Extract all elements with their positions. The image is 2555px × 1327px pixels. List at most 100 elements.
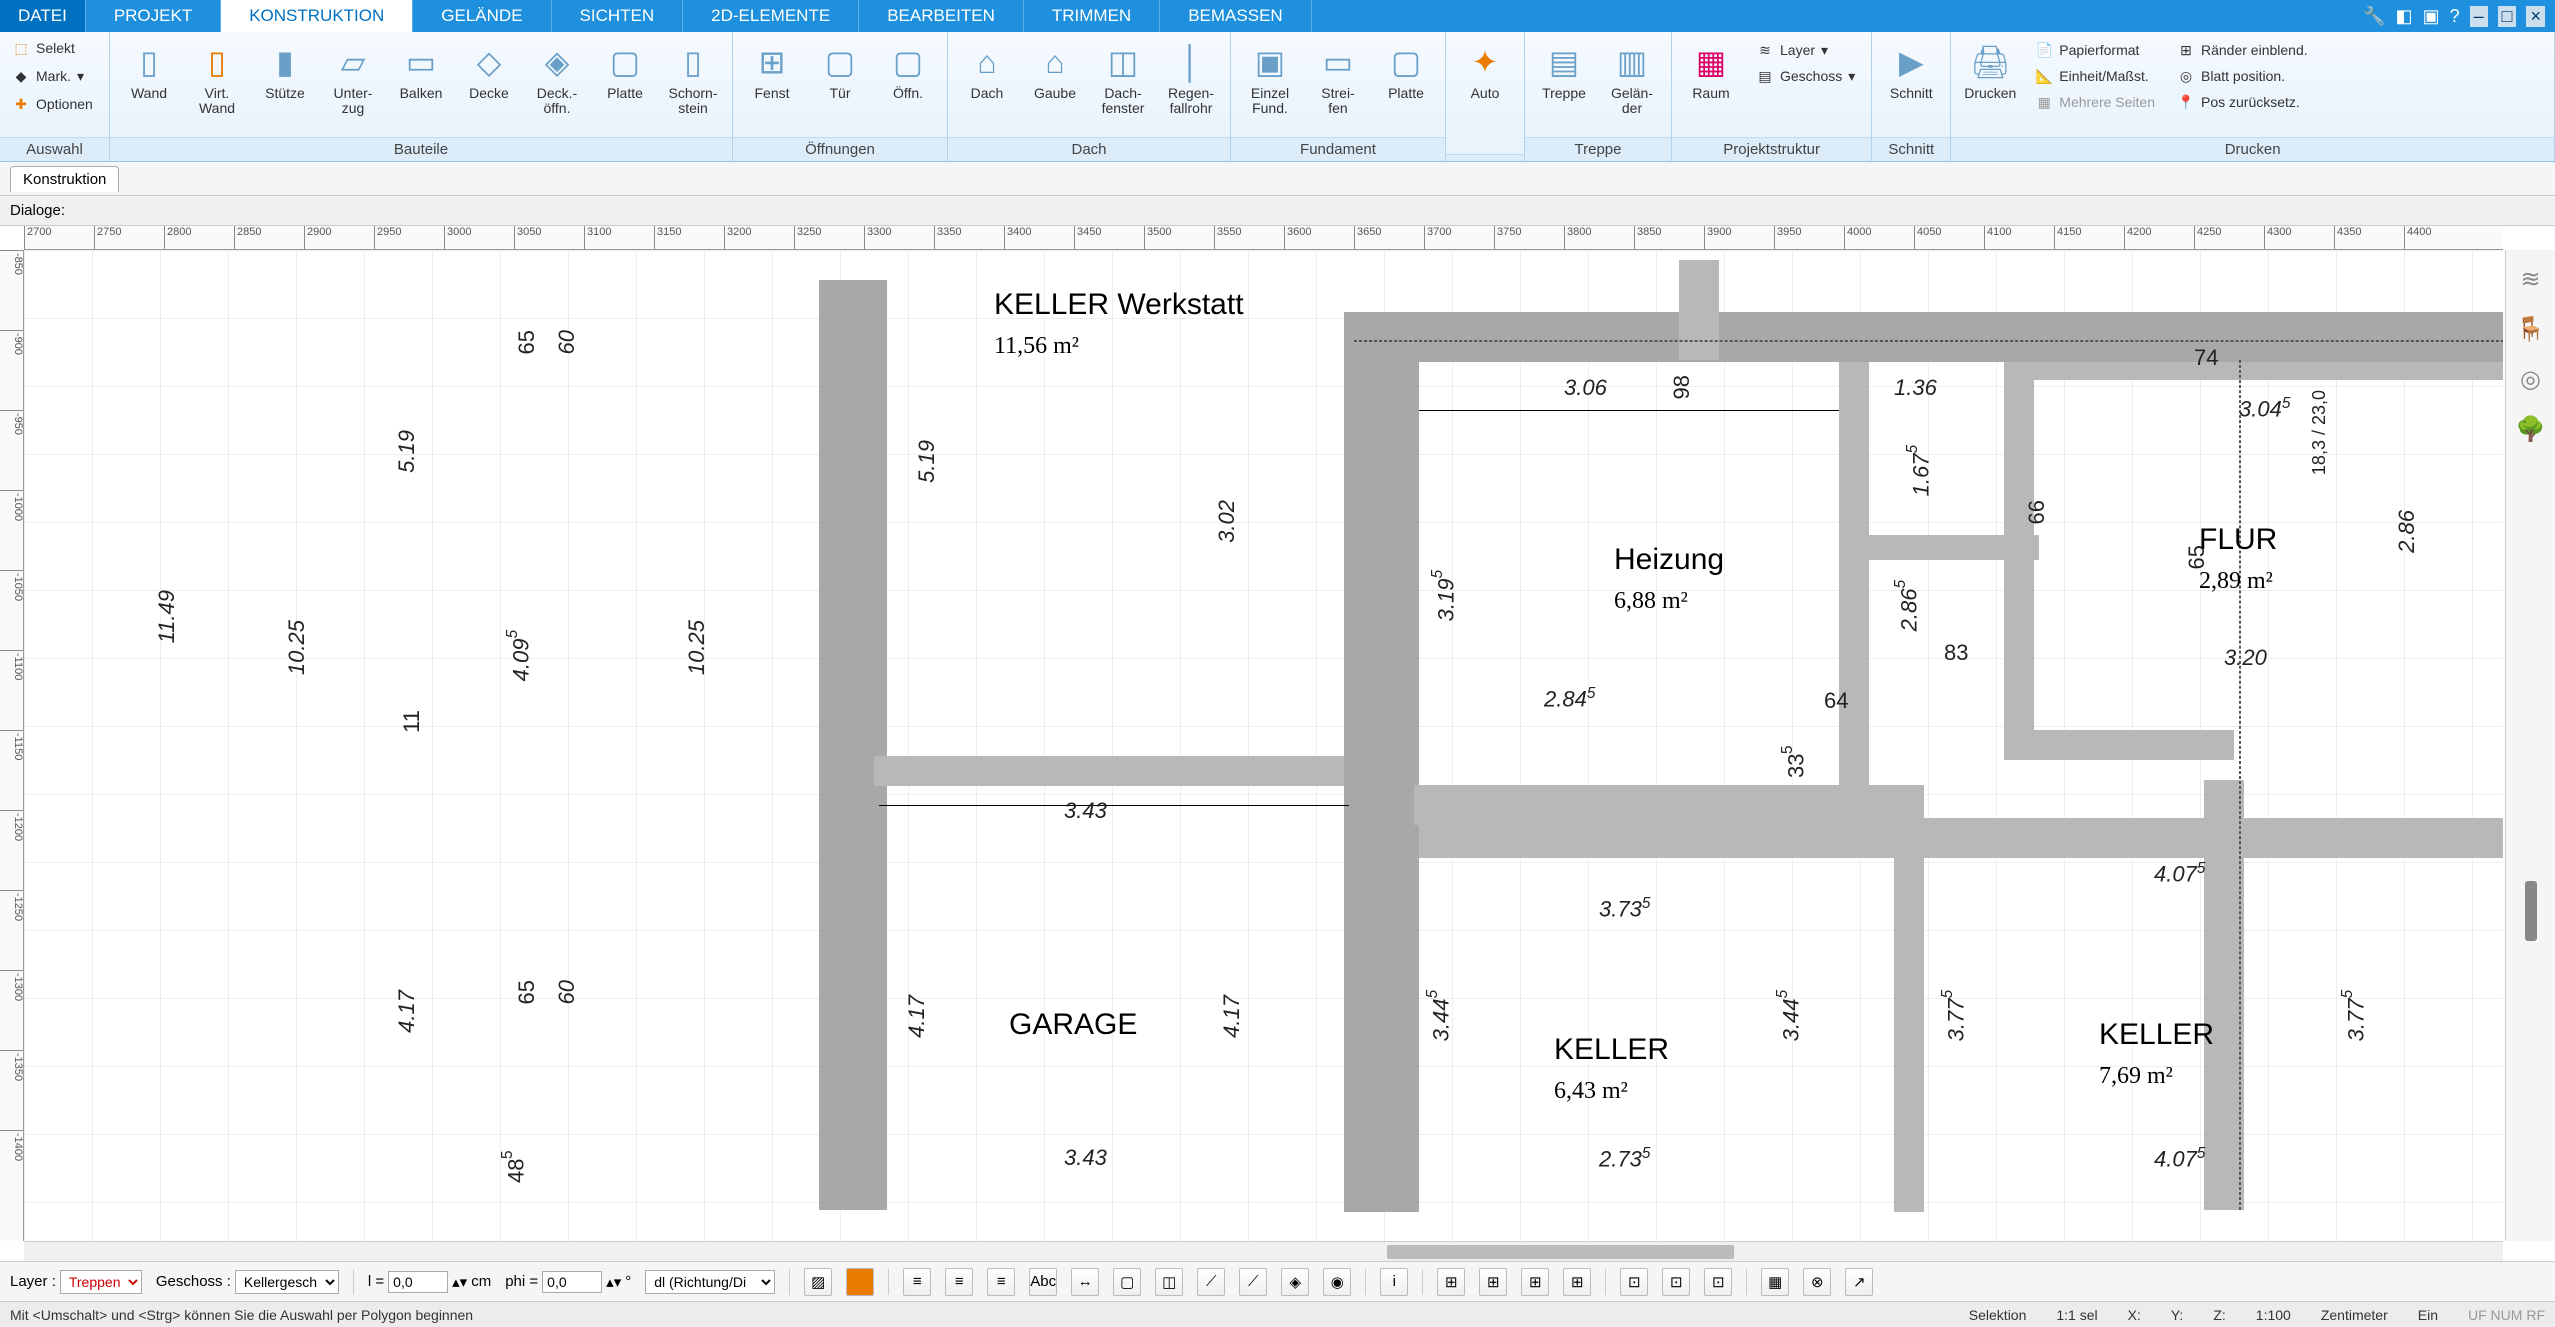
wall[interactable] [1344, 312, 1419, 1212]
treppe-button[interactable]: ▤Treppe [1531, 36, 1597, 105]
line2-icon[interactable]: ≡ [945, 1268, 973, 1296]
schornstein-button[interactable]: ▯Schorn- stein [660, 36, 726, 121]
fill-icon[interactable] [846, 1268, 874, 1296]
info-icon[interactable]: i [1380, 1268, 1408, 1296]
v4-icon[interactable]: ⊞ [1563, 1268, 1591, 1296]
auto-button[interactable]: ✦Auto [1452, 36, 1518, 105]
papierformat-button[interactable]: 📄Papierformat [2029, 38, 2161, 62]
streifen-button[interactable]: ▭Strei- fen [1305, 36, 1371, 121]
scroll-thumb-h[interactable] [1387, 1245, 1734, 1259]
line3-icon[interactable]: ≡ [987, 1268, 1015, 1296]
scroll-thumb-v[interactable] [2525, 881, 2537, 941]
scrollbar-horizontal[interactable] [24, 1241, 2503, 1261]
menu-bearbeiten[interactable]: BEARBEITEN [859, 0, 1024, 32]
i3-icon[interactable]: ◈ [1281, 1268, 1309, 1296]
v3-icon[interactable]: ⊞ [1521, 1268, 1549, 1296]
minimize-icon[interactable]: – [2470, 6, 2488, 27]
mehrere-button[interactable]: ▦Mehrere Seiten [2029, 90, 2161, 114]
optionen-button[interactable]: ✚Optionen [6, 92, 103, 116]
menu-sichten[interactable]: SICHTEN [552, 0, 684, 32]
virt-wand-button[interactable]: ▯Virt. Wand [184, 36, 250, 121]
layers-icon[interactable]: ≋ [2514, 262, 2548, 296]
unterzug-button[interactable]: ▱Unter- zug [320, 36, 386, 121]
v1-icon[interactable]: ⊞ [1437, 1268, 1465, 1296]
subbar-tab[interactable]: Konstruktion [10, 166, 119, 192]
decke-button[interactable]: ◇Decke [456, 36, 522, 105]
blatt-button[interactable]: ◎Blatt position. [2171, 64, 2314, 88]
wall[interactable] [2034, 362, 2503, 380]
platte-button[interactable]: ▢Platte [592, 36, 658, 105]
wall[interactable] [1419, 818, 2503, 858]
v8-icon[interactable]: ▦ [1761, 1268, 1789, 1296]
v10-icon[interactable]: ↗ [1845, 1268, 1873, 1296]
mode-select[interactable]: dl (Richtung/Di [645, 1270, 775, 1294]
menu-trimmen[interactable]: TRIMMEN [1024, 0, 1160, 32]
selekt-button[interactable]: ⬚Selekt [6, 36, 103, 60]
wall[interactable] [2204, 780, 2244, 1210]
ruler-vertical[interactable]: -850-900-950-1000-1050-1100-1150-1200-12… [0, 250, 24, 1241]
tree-icon[interactable]: 🌳 [2514, 412, 2548, 446]
stuetze-button[interactable]: ▮Stütze [252, 36, 318, 105]
maximize-icon[interactable]: □ [2498, 6, 2517, 27]
fenster-button[interactable]: ⊞Fenst [739, 36, 805, 105]
pos-button[interactable]: 📍Pos zurücksetz. [2171, 90, 2314, 114]
v2-icon[interactable]: ⊞ [1479, 1268, 1507, 1296]
palette-icon[interactable]: ◧ [2396, 6, 2413, 27]
wand-button[interactable]: ▯Wand [116, 36, 182, 105]
i4-icon[interactable]: ◉ [1323, 1268, 1351, 1296]
dach-button[interactable]: ⌂Dach [954, 36, 1020, 105]
v6-icon[interactable]: ⊡ [1662, 1268, 1690, 1296]
wall[interactable] [1839, 362, 1869, 792]
wall[interactable] [1894, 852, 1924, 1212]
raum-button[interactable]: ▦Raum [1678, 36, 1744, 105]
help-icon[interactable]: ? [2450, 6, 2460, 27]
v9-icon[interactable]: ⊗ [1803, 1268, 1831, 1296]
menu-projekt[interactable]: PROJEKT [86, 0, 221, 32]
center-icon[interactable]: ◎ [2514, 362, 2548, 396]
dachfenster-button[interactable]: ◫Dach- fenster [1090, 36, 1156, 121]
fplatte-button[interactable]: ▢Platte [1373, 36, 1439, 105]
regenfallrohr-button[interactable]: │Regen- fallrohr [1158, 36, 1224, 121]
i2-icon[interactable]: ⟋ [1239, 1268, 1267, 1296]
einzelfund-button[interactable]: ▣Einzel Fund. [1237, 36, 1303, 121]
menu-2d[interactable]: 2D-ELEMENTE [683, 0, 859, 32]
menu-file[interactable]: DATEI [0, 0, 86, 32]
schnitt-button[interactable]: ▶Schnitt [1878, 36, 1944, 105]
hatch-icon[interactable]: ▨ [804, 1268, 832, 1296]
layer-select[interactable]: Treppen [60, 1270, 142, 1294]
wall[interactable] [874, 756, 1354, 786]
v5-icon[interactable]: ⊡ [1620, 1268, 1648, 1296]
wall[interactable] [2004, 730, 2234, 760]
l-input[interactable] [388, 1271, 448, 1293]
ruler-horizontal[interactable]: 2700275028002850290029503000305031003150… [24, 226, 2503, 250]
furniture-icon[interactable]: 🪑 [2514, 312, 2548, 346]
raender-button[interactable]: ⊞Ränder einblend. [2171, 38, 2314, 62]
rect-icon[interactable]: ▢ [1113, 1268, 1141, 1296]
wall[interactable] [1679, 260, 1719, 360]
wall[interactable] [819, 280, 887, 1210]
v7-icon[interactable]: ⊡ [1704, 1268, 1732, 1296]
line1-icon[interactable]: ≡ [903, 1268, 931, 1296]
einheit-button[interactable]: 📐Einheit/Maßst. [2029, 64, 2161, 88]
balken-button[interactable]: ▭Balken [388, 36, 454, 105]
gelaender-button[interactable]: ▥Gelän- der [1599, 36, 1665, 121]
layer-button[interactable]: ≋Layer ▾ [1750, 38, 1861, 62]
deckoeffn-button[interactable]: ◈Deck.- öffn. [524, 36, 590, 121]
tuer-button[interactable]: ▢Tür [807, 36, 873, 105]
windows-icon[interactable]: ▣ [2423, 6, 2440, 27]
i1-icon[interactable]: ⟋ [1197, 1268, 1225, 1296]
wall[interactable] [2004, 362, 2034, 757]
wall[interactable] [1344, 312, 2503, 362]
tools-icon[interactable]: 🔧 [2363, 6, 2385, 27]
menu-gelaende[interactable]: GELÄNDE [413, 0, 551, 32]
menu-konstruktion[interactable]: KONSTRUKTION [221, 0, 413, 32]
abc-icon[interactable]: Abc [1029, 1268, 1057, 1296]
geschoss-button[interactable]: ▤Geschoss ▾ [1750, 64, 1861, 88]
close-icon[interactable]: × [2526, 6, 2545, 27]
mark-button[interactable]: ◆Mark. ▾ [6, 64, 103, 88]
oeffn-button[interactable]: ▢Öffn. [875, 36, 941, 105]
drucken-button[interactable]: 🖨Drucken [1957, 36, 2023, 105]
dim-icon[interactable]: ↔ [1071, 1268, 1099, 1296]
menu-bemassen[interactable]: BEMASSEN [1160, 0, 1311, 32]
area-icon[interactable]: ◫ [1155, 1268, 1183, 1296]
